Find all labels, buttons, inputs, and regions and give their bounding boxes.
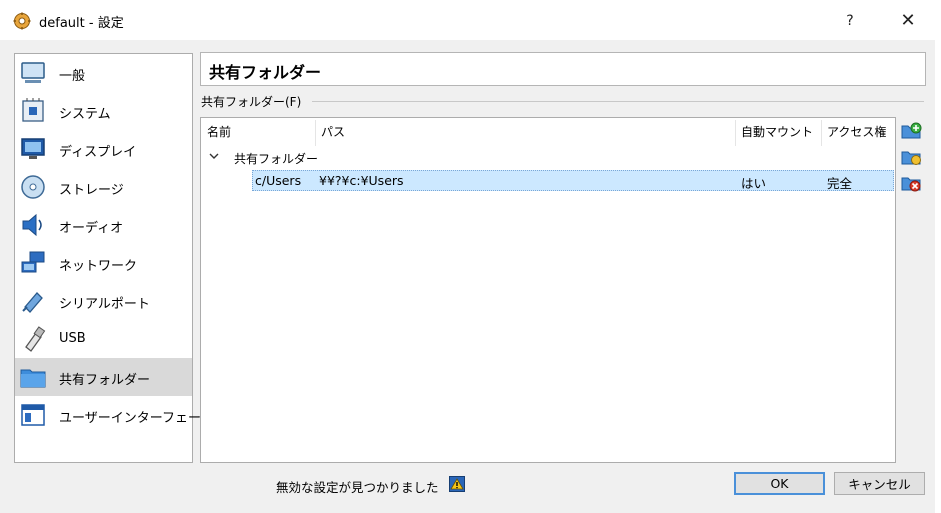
shared-folders-group-label: 共有フォルダー(F) [201, 95, 302, 109]
cell-automount: はい [741, 176, 767, 191]
cell-access: 完全 [827, 176, 853, 191]
sidebar-item-label: ネットワーク [59, 259, 138, 274]
close-button[interactable]: ✕ [888, 8, 928, 34]
ui-window-icon [21, 404, 45, 426]
sidebar-item-label: システム [59, 107, 111, 122]
cancel-button[interactable]: キャンセル [834, 472, 925, 495]
sidebar-item-label: オーディオ [59, 221, 124, 236]
warning-icon[interactable] [449, 476, 465, 492]
sidebar-item-label: USB [59, 331, 86, 346]
display-icon [21, 138, 45, 159]
sidebar-item-display[interactable]: ディスプレイ [15, 130, 192, 168]
cell-path: ¥¥?¥c:¥Users [319, 173, 404, 188]
page-title: 共有フォルダー [209, 63, 322, 82]
serial-port-icon [22, 292, 43, 313]
folder-icon [20, 369, 46, 388]
sidebar-item-user-interface[interactable]: ユーザーインターフェース [15, 396, 213, 434]
background-window-edge [935, 40, 941, 513]
sidebar-item-usb[interactable]: USB [15, 320, 192, 358]
title-bar: default - 設定 ? ✕ [0, 0, 941, 40]
invalid-settings-warning: 無効な設定が見つかりました [276, 480, 439, 495]
sidebar-item-storage[interactable]: ストレージ [15, 168, 192, 206]
speaker-icon [22, 213, 42, 237]
help-button[interactable]: ? [830, 8, 870, 34]
column-header-path[interactable]: パス [315, 118, 735, 146]
edit-folder-icon[interactable] [900, 146, 922, 168]
add-folder-icon[interactable] [900, 120, 922, 142]
cell-name: c/Users [255, 173, 302, 188]
page-title-panel: 共有フォルダー [200, 52, 926, 86]
settings-dialog: default - 設定 ? ✕ 一般 システム ディスプレイ ストレージ オー… [0, 0, 941, 513]
shared-folders-table[interactable]: 名前 パス 自動マウント アクセス権 共有フォルダー c/Users ¥¥?¥c… [200, 117, 896, 463]
ok-button[interactable]: OK [734, 472, 825, 495]
column-header-access[interactable]: アクセス権 [821, 118, 895, 146]
monitor-icon [21, 62, 45, 83]
sidebar-item-audio[interactable]: オーディオ [15, 206, 192, 244]
network-icon [21, 251, 45, 273]
usb-icon [25, 326, 46, 352]
sidebar-item-shared-folders[interactable]: 共有フォルダー [15, 358, 192, 396]
sidebar-item-label: 共有フォルダー [59, 373, 151, 388]
chip-icon [22, 98, 44, 122]
sidebar-item-label: シリアルポート [59, 297, 150, 312]
virtualbox-gear-icon [13, 12, 31, 30]
table-row[interactable]: c/Users ¥¥?¥c:¥Users はい 完全 [252, 170, 894, 191]
sidebar-item-label: ディスプレイ [59, 145, 137, 160]
settings-sidebar: 一般 システム ディスプレイ ストレージ オーディオ ネットワーク シリアルポー… [14, 53, 213, 463]
chevron-down-icon[interactable] [207, 149, 221, 163]
group-divider [312, 101, 924, 102]
sidebar-item-network[interactable]: ネットワーク [15, 244, 192, 282]
column-header-automount[interactable]: 自動マウント [735, 118, 821, 146]
sidebar-item-serial-port[interactable]: シリアルポート [15, 282, 192, 320]
sidebar-item-label: ストレージ [59, 183, 124, 198]
sidebar-item-label: ユーザーインターフェース [59, 411, 214, 426]
column-header-name[interactable]: 名前 [201, 118, 315, 146]
disk-icon [21, 175, 45, 199]
window-title: default - 設定 [39, 16, 124, 31]
sidebar-item-label: 一般 [59, 69, 86, 84]
tree-group-label[interactable]: 共有フォルダー [234, 150, 318, 167]
remove-folder-icon[interactable] [900, 172, 922, 194]
sidebar-item-general[interactable]: 一般 [15, 54, 192, 92]
sidebar-item-system[interactable]: システム [15, 92, 192, 130]
